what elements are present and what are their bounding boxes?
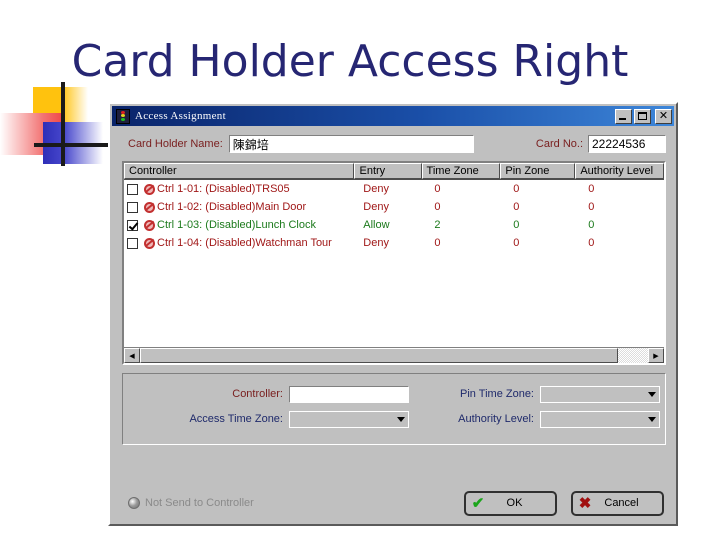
table-row[interactable]: Ctrl 1-02: (Disabled)Main Door Deny 0 0 … (124, 198, 664, 216)
cancel-button-label: Cancel (604, 497, 639, 509)
cell-authority-level: 0 (588, 201, 595, 213)
cell-authority-level: 0 (588, 183, 595, 195)
row-checkbox[interactable] (127, 201, 138, 213)
authority-level-select[interactable] (540, 410, 660, 428)
check-icon: ✔ (471, 494, 485, 512)
row-checkbox[interactable] (127, 183, 138, 195)
card-holder-name-input[interactable]: 陳錦培 (228, 135, 474, 153)
chevron-down-icon (648, 391, 656, 397)
close-button[interactable]: ✕ (655, 108, 672, 124)
table-row[interactable]: Ctrl 1-03: (Disabled)Lunch Clock Allow 2… (124, 216, 664, 234)
detail-row-2: Access Time Zone: Authority Level: (123, 409, 665, 429)
column-header-entry[interactable]: Entry (354, 163, 422, 179)
decor-horizontal-line (34, 143, 111, 147)
scrollbar-track[interactable] (618, 348, 648, 363)
grid-horizontal-scrollbar[interactable]: ◀ ▶ (124, 347, 664, 363)
cell-pin-zone: 0 (513, 183, 520, 195)
window-controls: ✕ (615, 108, 672, 124)
column-header-pin-zone[interactable]: Pin Zone (500, 163, 576, 179)
not-send-to-controller-option[interactable]: Not Send to Controller (128, 497, 254, 509)
cell-controller: Ctrl 1-01: (Disabled)TRS05 (124, 183, 354, 196)
detail-panel: Controller: Pin Time Zone: Access Time Z… (122, 373, 666, 445)
card-holder-name-label: Card Holder Name: (128, 138, 223, 150)
cell-time-zone: 0 (434, 237, 441, 249)
scroll-right-icon[interactable]: ▶ (648, 348, 664, 363)
chevron-down-icon (397, 416, 405, 422)
cell-time-zone: 0 (434, 201, 441, 213)
minimize-button[interactable] (615, 108, 632, 124)
ok-button[interactable]: ✔ OK (464, 490, 557, 516)
authority-level-label: Authority Level: (458, 413, 534, 425)
decor-blue-square (43, 122, 103, 164)
cell-authority-level: 0 (588, 219, 595, 231)
column-header-time-zone[interactable]: Time Zone (421, 163, 501, 179)
scroll-left-icon[interactable]: ◀ (124, 348, 140, 363)
table-row[interactable]: Ctrl 1-01: (Disabled)TRS05 Deny 0 0 0 (124, 180, 664, 198)
controller-input[interactable] (289, 385, 409, 403)
controller-text: Ctrl 1-04: (Disabled)Watchman Tour (157, 237, 332, 249)
controller-text: Ctrl 1-03: (Disabled)Lunch Clock (157, 219, 316, 231)
prohibited-icon (143, 219, 156, 232)
radio-icon[interactable] (128, 497, 140, 509)
dialog-title-text: Access Assignment (135, 110, 226, 122)
table-row[interactable]: Ctrl 1-04: (Disabled)Watchman Tour Deny … (124, 234, 664, 252)
cell-entry: Deny (363, 183, 389, 195)
access-grid[interactable]: Controller Entry Time Zone Pin Zone Auth… (122, 161, 666, 365)
cell-pin-zone: 0 (513, 237, 520, 249)
cell-pin-zone: 0 (513, 201, 520, 213)
column-header-controller[interactable]: Controller (124, 163, 355, 179)
chevron-down-icon (648, 416, 656, 422)
prohibited-icon (143, 183, 156, 196)
cell-controller: Ctrl 1-04: (Disabled)Watchman Tour (124, 237, 354, 250)
card-no-input[interactable]: 22224536 (588, 135, 666, 153)
close-icon: ✕ (658, 109, 669, 122)
row-checkbox[interactable] (127, 237, 138, 249)
decor-yellow-square (33, 87, 88, 135)
decor-vertical-line (61, 82, 65, 166)
cell-authority-level: 0 (588, 237, 595, 249)
header-form: Card Holder Name: 陳錦培 Card No.: 22224536 (110, 126, 676, 161)
not-send-to-controller-label: Not Send to Controller (145, 497, 254, 509)
access-assignment-dialog: Access Assignment ✕ Card Holder Name: 陳錦… (108, 102, 678, 526)
traffic-light-icon (116, 108, 130, 124)
cross-icon: ✖ (578, 494, 592, 512)
cell-entry: Deny (363, 237, 389, 249)
decor-red-square (0, 113, 62, 155)
cell-controller: Ctrl 1-02: (Disabled)Main Door (124, 201, 354, 214)
prohibited-icon (143, 201, 156, 214)
grid-header-row: Controller Entry Time Zone Pin Zone Auth… (124, 163, 664, 180)
cell-entry: Allow (363, 219, 390, 231)
controller-text: Ctrl 1-02: (Disabled)Main Door (157, 201, 307, 213)
cell-pin-zone: 0 (513, 219, 520, 231)
prohibited-icon (143, 237, 156, 250)
detail-row-1: Controller: Pin Time Zone: (123, 384, 665, 404)
cell-time-zone: 0 (434, 183, 441, 195)
card-no-label: Card No.: (535, 138, 583, 150)
scrollbar-thumb[interactable] (140, 348, 618, 363)
cancel-button[interactable]: ✖ Cancel (571, 490, 664, 516)
controller-text: Ctrl 1-01: (Disabled)TRS05 (157, 183, 290, 195)
pin-time-zone-select[interactable] (540, 385, 660, 403)
access-time-zone-select[interactable] (289, 410, 409, 428)
access-time-zone-label: Access Time Zone: (189, 413, 283, 425)
ok-button-label: OK (506, 497, 523, 509)
dialog-titlebar[interactable]: Access Assignment ✕ (112, 106, 674, 126)
page-title: Card Holder Access Right (71, 36, 629, 87)
maximize-button[interactable] (634, 108, 651, 124)
controller-label: Controller: (232, 388, 283, 400)
cell-time-zone: 2 (434, 219, 441, 231)
cell-controller: Ctrl 1-03: (Disabled)Lunch Clock (124, 219, 354, 232)
row-checkbox[interactable] (127, 219, 138, 231)
column-header-authority-level[interactable]: Authority Level (575, 163, 664, 179)
dialog-footer: Not Send to Controller ✔ OK ✖ Cancel (110, 484, 676, 522)
cell-entry: Deny (363, 201, 389, 213)
pin-time-zone-label: Pin Time Zone: (460, 388, 534, 400)
